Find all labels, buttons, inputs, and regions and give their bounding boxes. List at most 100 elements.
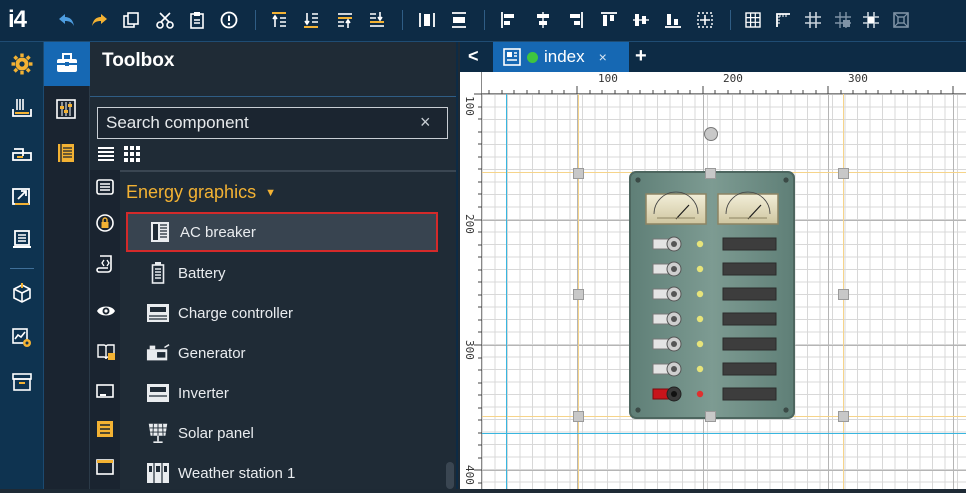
charge-controller-icon [146,301,170,325]
chart-settings-icon[interactable] [8,324,36,352]
main-toolbar: i4 [0,0,966,42]
align-right-icon[interactable] [564,9,586,31]
left-navigation-rail [0,42,44,489]
snap-to-object-icon[interactable] [832,9,854,31]
rotate-handle[interactable] [704,127,718,141]
distribute-vertical-icon[interactable] [448,9,470,31]
resize-handle-left[interactable] [573,289,584,300]
category-label: Energy graphics [126,182,257,202]
resize-handle-bottom-left[interactable] [573,411,584,422]
resize-handle-bottom[interactable] [705,411,716,422]
clear-search-icon[interactable]: × [420,112,431,133]
resize-handle-right[interactable] [838,289,849,300]
page-document-icon [503,48,521,66]
solar-panel-icon [146,421,170,445]
resize-handle-top-left[interactable] [573,168,584,179]
grid-view-icon[interactable] [123,145,141,163]
toolbox-scrollbar[interactable] [446,462,454,489]
ruler-label: 300 [463,340,476,360]
list-view-icon[interactable] [97,145,115,163]
script-icon[interactable] [96,254,114,273]
weather-station-icon [146,461,170,485]
storage-box-icon[interactable] [8,368,36,396]
cyan-guide-line[interactable] [506,94,507,489]
ac-breaker-component[interactable] [629,171,795,419]
send-backward-icon[interactable] [366,9,388,31]
toolbox-item-charge-controller[interactable]: Charge controller [126,293,438,333]
bring-forward-icon[interactable] [334,9,356,31]
search-component-input[interactable] [97,107,448,139]
tabs-back-button[interactable]: < [468,46,479,67]
add-tab-button[interactable]: + [635,45,647,68]
page-status-dot [527,51,538,63]
toolbox-panel-button[interactable] [44,42,90,86]
ruler-icon[interactable] [772,9,794,31]
toolbar-separator [730,10,731,30]
send-to-back-icon[interactable] [300,9,322,31]
major-grid-line [828,94,829,489]
ac-breaker-icon [148,220,172,244]
notebook-icon[interactable] [55,142,77,169]
snap-guides-icon[interactable] [860,9,882,31]
center-on-page-icon[interactable] [694,9,716,31]
cyan-guide-line[interactable] [482,433,966,434]
item-label: Inverter [178,384,229,402]
design-canvas[interactable]: 100 200 300 100 200 300 400 [460,72,966,489]
settings-gear-icon[interactable] [8,50,36,78]
bring-to-front-icon[interactable] [268,9,290,31]
align-middle-icon[interactable] [630,9,652,31]
export-icon[interactable] [8,182,36,210]
download-tray-icon[interactable] [8,94,36,122]
paste-icon[interactable] [186,9,208,31]
resize-handle-top[interactable] [705,168,716,179]
grid-icon[interactable] [742,9,764,31]
tab-label: index [544,47,585,66]
item-label: AC breaker [180,223,256,241]
mixer-icon[interactable] [55,98,77,125]
checklist-icon[interactable] [96,420,114,438]
book-layers-icon[interactable] [96,342,115,360]
toolbox-panel: Toolbox × [90,42,458,489]
alert-icon[interactable] [218,9,240,31]
form-list-icon[interactable] [96,178,114,196]
category-icon-strip [90,170,120,489]
lock-icon[interactable] [96,214,114,232]
item-label: Charge controller [178,304,294,322]
item-label: Generator [178,344,246,362]
eye-icon[interactable] [96,302,115,320]
document-list-icon[interactable] [8,226,36,254]
package-icon[interactable] [8,280,36,308]
align-left-icon[interactable] [498,9,520,31]
distribute-horizontal-icon[interactable] [416,9,438,31]
toolbox-item-solar-panel[interactable]: Solar panel [126,413,438,453]
align-bottom-icon[interactable] [662,9,684,31]
toolbox-item-generator[interactable]: Generator [126,333,438,373]
align-top-icon[interactable] [598,9,620,31]
resize-handle-top-right[interactable] [838,168,849,179]
vertical-ruler: 100 200 300 400 [460,72,482,489]
item-label: Solar panel [178,424,254,442]
ruler-label: 400 [463,465,476,485]
snap-to-grid-icon[interactable] [802,9,824,31]
toolbox-item-weather-station-1[interactable]: Weather station 1 [126,453,438,493]
window-minimized-icon[interactable] [96,382,114,400]
undo-icon[interactable] [56,9,78,31]
toolbox-item-battery[interactable]: Battery [126,253,438,293]
category-energy-graphics[interactable]: Energy graphics ▼ [126,182,276,203]
rail-separator [10,268,34,269]
tab-index[interactable]: index × [493,42,629,72]
close-tab-icon[interactable]: × [599,49,607,65]
archive-icon[interactable] [8,138,36,166]
toolbox-item-inverter[interactable]: Inverter [126,373,438,413]
panel-selector-column [44,42,90,489]
ruler-label: 100 [598,72,618,85]
window-icon[interactable] [96,458,114,476]
resize-handle-bottom-right[interactable] [838,411,849,422]
toolbar-separator [402,10,403,30]
redo-icon[interactable] [88,9,110,31]
zoom-fit-icon[interactable] [890,9,912,31]
copy-icon[interactable] [120,9,142,31]
toolbox-item-ac-breaker[interactable]: AC breaker [126,212,438,252]
cut-icon[interactable] [154,9,176,31]
align-center-icon[interactable] [532,9,554,31]
